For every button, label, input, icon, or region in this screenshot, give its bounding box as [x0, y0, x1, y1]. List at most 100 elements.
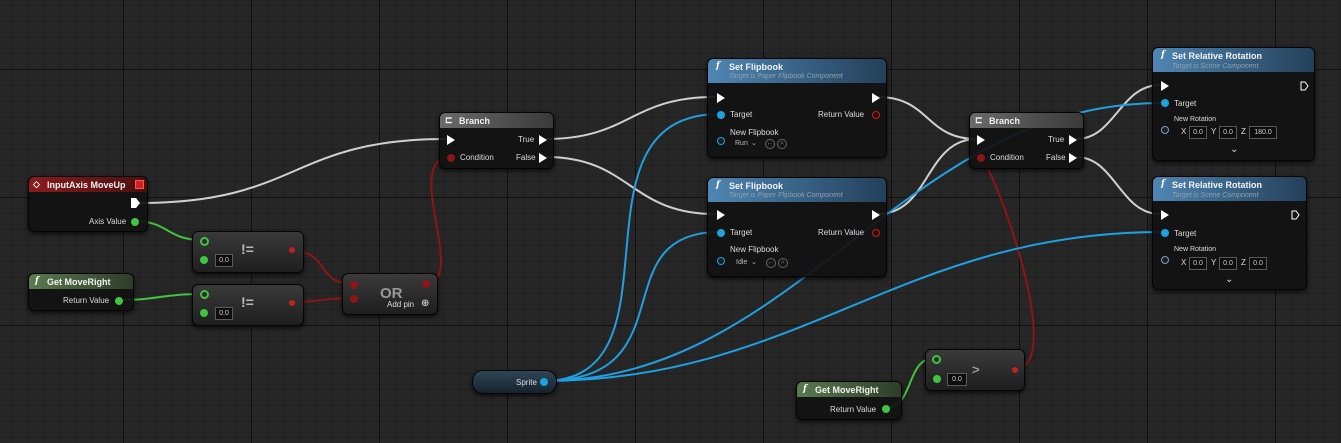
exec-out-pin[interactable]	[872, 210, 880, 220]
target-pin[interactable]	[717, 111, 725, 119]
true-label: True	[518, 135, 535, 144]
set-flipbook-node[interactable]: f Set Flipbook Target is Paper Flipbook …	[707, 58, 887, 158]
exec-in-pin[interactable]	[717, 93, 725, 103]
chevron-down-icon[interactable]: ⌄	[1230, 144, 1238, 155]
input-axis-moveup-node[interactable]: ◇ InputAxis MoveUp Axis Value	[28, 176, 148, 232]
rotation-z-field[interactable]: 180.0	[1249, 126, 1277, 139]
target-pin[interactable]	[1161, 99, 1169, 107]
x-label: X	[1181, 127, 1187, 136]
condition-pin[interactable]	[447, 154, 455, 162]
get-moveright-node[interactable]: f Get MoveRight Return Value	[28, 273, 134, 311]
function-icon: f	[1161, 179, 1165, 189]
bool-out-pin[interactable]	[289, 247, 295, 253]
axis-value-label: Axis Value	[89, 217, 127, 226]
node-title: Branch	[459, 116, 491, 126]
rotation-z-field[interactable]: 0.0	[1249, 257, 1267, 270]
operator-label: !=	[241, 241, 254, 257]
branch-node[interactable]: ⊏ Branch True Condition False	[969, 112, 1084, 169]
rotation-x-field[interactable]: 0.0	[1189, 126, 1207, 139]
sprite-variable-node[interactable]: Sprite	[472, 370, 557, 394]
bool-out-pin[interactable]	[289, 300, 295, 306]
greater-than-node[interactable]: 0.0 >	[925, 349, 1025, 391]
new-flipbook-pin[interactable]	[717, 137, 725, 145]
sprite-out-pin[interactable]	[540, 378, 548, 386]
new-flipbook-label: New Flipbook	[730, 245, 779, 254]
chevron-down-icon[interactable]: ⌄	[751, 257, 757, 268]
exec-out-pin[interactable]	[131, 198, 140, 208]
new-rotation-pin[interactable]	[1161, 126, 1169, 134]
rotation-y-field[interactable]: 0.0	[1219, 126, 1237, 139]
float-in-pin[interactable]	[200, 309, 208, 317]
flipbook-dropdown[interactable]: Run	[735, 138, 748, 149]
float-in-pin[interactable]	[200, 256, 208, 264]
exec-out-pin[interactable]	[872, 93, 880, 103]
not-equal-node[interactable]: 0.0 !=	[192, 284, 304, 326]
exec-true-pin[interactable]	[539, 135, 547, 145]
add-pin-icon[interactable]: ⊕	[421, 298, 429, 309]
return-value-pin[interactable]	[882, 405, 890, 413]
function-icon: f	[1161, 50, 1165, 60]
new-flipbook-pin[interactable]	[717, 257, 725, 265]
rotation-y-field[interactable]: 0.0	[1219, 257, 1237, 270]
exec-wire	[877, 138, 978, 215]
or-node[interactable]: OR Add pin ⊕	[342, 273, 438, 315]
value-field[interactable]: 0.0	[215, 254, 233, 267]
node-title: InputAxis MoveUp	[47, 180, 126, 190]
branch-node[interactable]: ⊏ Branch True Condition False	[439, 112, 554, 169]
chevron-down-icon[interactable]: ⌄	[751, 138, 757, 149]
use-selected-icon[interactable]: ←	[766, 258, 776, 268]
rotation-x-field[interactable]: 0.0	[1189, 257, 1207, 270]
target-pin[interactable]	[1161, 229, 1169, 237]
function-icon: f	[803, 384, 807, 394]
exec-in-pin[interactable]	[447, 135, 455, 145]
chevron-down-icon[interactable]: ⌄	[1225, 274, 1233, 285]
float-in-pin[interactable]	[932, 355, 941, 364]
set-relative-rotation-node[interactable]: f Set Relative Rotation Target is Scene …	[1152, 47, 1315, 161]
return-value-label: Return Value	[818, 110, 865, 119]
exec-out-pin[interactable]	[1291, 210, 1300, 220]
return-value-pin[interactable]	[115, 297, 123, 305]
exec-wire	[877, 96, 978, 140]
sprite-label: Sprite	[516, 378, 537, 387]
new-flipbook-label: New Flipbook	[730, 128, 779, 137]
value-field[interactable]: 0.0	[215, 307, 233, 320]
exec-out-pin[interactable]	[1300, 81, 1309, 91]
float-in-pin[interactable]	[200, 290, 209, 299]
bool-in-pin[interactable]	[350, 295, 358, 303]
bool-out-pin[interactable]	[1012, 367, 1018, 373]
search-icon[interactable]: ⌕	[778, 258, 788, 268]
add-pin-label[interactable]: Add pin	[387, 300, 414, 309]
search-icon[interactable]: ⌕	[777, 139, 787, 149]
value-field[interactable]: 0.0	[947, 373, 967, 386]
return-value-pin[interactable]	[872, 111, 880, 119]
float-in-pin[interactable]	[933, 375, 941, 383]
y-label: Y	[1211, 258, 1217, 267]
exec-true-pin[interactable]	[1069, 135, 1077, 145]
new-rotation-pin[interactable]	[1161, 256, 1169, 264]
exec-in-pin[interactable]	[1161, 210, 1169, 220]
set-relative-rotation-node[interactable]: f Set Relative Rotation Target is Scene …	[1152, 176, 1307, 290]
exec-wire	[1075, 84, 1161, 140]
exec-in-pin[interactable]	[977, 135, 985, 145]
use-selected-icon[interactable]: ←	[765, 139, 775, 149]
exec-in-pin[interactable]	[1161, 81, 1169, 91]
return-value-pin[interactable]	[872, 229, 880, 237]
condition-pin[interactable]	[977, 154, 985, 162]
exec-false-pin[interactable]	[539, 153, 547, 163]
set-flipbook-node[interactable]: f Set Flipbook Target is Paper Flipbook …	[707, 177, 887, 277]
not-equal-node[interactable]: 0.0 !=	[192, 231, 304, 273]
bool-out-pin[interactable]	[422, 280, 430, 288]
flipbook-dropdown[interactable]: Idle	[736, 257, 747, 268]
exec-wire	[138, 138, 447, 204]
float-in-pin[interactable]	[200, 237, 209, 246]
bool-in-pin[interactable]	[350, 281, 358, 289]
new-rotation-label: New Rotation	[1174, 116, 1217, 123]
get-moveright-node[interactable]: f Get MoveRight Return Value	[796, 381, 902, 420]
exec-false-pin[interactable]	[1069, 153, 1077, 163]
exec-in-pin[interactable]	[717, 210, 725, 220]
target-pin[interactable]	[717, 229, 725, 237]
node-title: Set Relative Rotation	[1172, 51, 1263, 61]
operator-label: >	[972, 362, 980, 377]
diamond-icon: ◇	[33, 179, 40, 189]
axis-value-pin[interactable]	[131, 218, 139, 226]
